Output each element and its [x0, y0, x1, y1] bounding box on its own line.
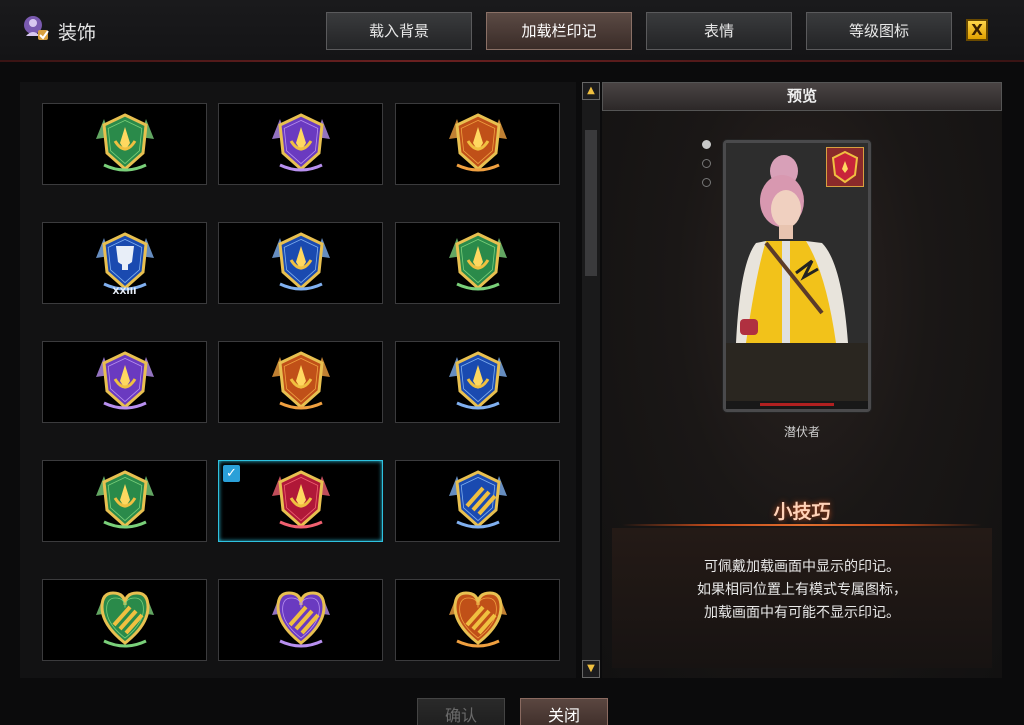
emblem-cell[interactable]: [395, 222, 560, 304]
tips-divider: [622, 524, 982, 526]
emblem-cell[interactable]: XXIII: [42, 222, 207, 304]
emblem-grid: XXIII ✓: [20, 82, 576, 678]
decoration-icon: [24, 16, 49, 40]
emblem-cell[interactable]: [218, 222, 383, 304]
emblem-cell[interactable]: [395, 341, 560, 423]
emblem-red-gold-icon: [271, 470, 330, 529]
close-button[interactable]: 关闭: [520, 698, 608, 725]
emblem-text: XXIII: [112, 287, 137, 297]
emblem-cell[interactable]: [42, 579, 207, 661]
emblem-green-heart-trident-icon: [95, 591, 154, 648]
tips-title: 小技巧: [773, 501, 831, 523]
selected-check-icon: ✓: [223, 465, 240, 482]
emblem-cell[interactable]: [42, 341, 207, 423]
page-dot[interactable]: [702, 159, 711, 168]
emblem-green-winged-icon: [95, 470, 154, 529]
emblem-purple-heart-trident-icon: [271, 591, 330, 648]
preview-panel: 预览 潜伏者 小技巧 可佩戴加载画面中显示的印记。 如果相同位置上有模式专属图标…: [602, 82, 1002, 678]
scroll-up-icon[interactable]: ▲: [582, 82, 600, 100]
emblem-purple-icon: [271, 113, 330, 172]
emblem-cell[interactable]: [218, 341, 383, 423]
tab-emotes[interactable]: 表情: [646, 12, 792, 50]
emblem-cell[interactable]: [218, 103, 383, 185]
grid-scrollbar[interactable]: ▲ ▼: [582, 82, 600, 678]
emblem-cell[interactable]: [395, 460, 560, 542]
character-name: 潜伏者: [783, 425, 820, 439]
emblem-orange-icon: [448, 113, 507, 172]
emblem-green-icon: [448, 232, 507, 291]
emblem-blue-yellow-icon: [271, 232, 330, 291]
close-icon[interactable]: X: [966, 19, 988, 41]
confirm-button[interactable]: 确认: [417, 698, 505, 725]
emblem-cell[interactable]: [395, 103, 560, 185]
emblem-cell[interactable]: [218, 579, 383, 661]
window-title: 装饰: [58, 22, 97, 44]
tab-loading-bar-emblem[interactable]: 加载栏印记: [486, 12, 632, 50]
page-dot[interactable]: [702, 178, 711, 187]
emblem-blue-trident-icon: [448, 470, 507, 529]
emblem-cell[interactable]: ✓: [218, 460, 383, 542]
tab-level-icons[interactable]: 等级图标: [806, 12, 952, 50]
scroll-thumb[interactable]: [585, 130, 597, 276]
tip-line: 加载画面中有可能不显示印记。: [704, 605, 900, 621]
character-card: [723, 140, 871, 412]
emblem-purple-gold-icon: [95, 351, 154, 410]
page-dot[interactable]: [702, 140, 711, 149]
emblem-cell[interactable]: [42, 460, 207, 542]
title-bar: 装饰 载入背景 加载栏印记 表情 等级图标 X: [0, 0, 1024, 62]
tab-loading-background[interactable]: 载入背景: [326, 12, 472, 50]
emblem-cell[interactable]: [395, 579, 560, 661]
preview-header: 预览: [602, 82, 1002, 111]
emblem-orange-gold-icon: [271, 351, 330, 410]
header-divider: [0, 60, 1024, 62]
tip-line: 可佩戴加载画面中显示的印记。: [704, 559, 900, 575]
emblem-green-gold-icon: [95, 113, 154, 172]
emblem-orange-heart-trident-icon: [448, 591, 507, 648]
emblem-blue-gold-icon: [448, 351, 507, 410]
equipped-emblem-icon: [826, 147, 864, 187]
scroll-down-icon[interactable]: ▼: [582, 660, 600, 678]
emblem-cell[interactable]: [42, 103, 207, 185]
preview-pagination: [702, 140, 711, 197]
tip-line: 如果相同位置上有模式专属图标，: [697, 582, 907, 598]
